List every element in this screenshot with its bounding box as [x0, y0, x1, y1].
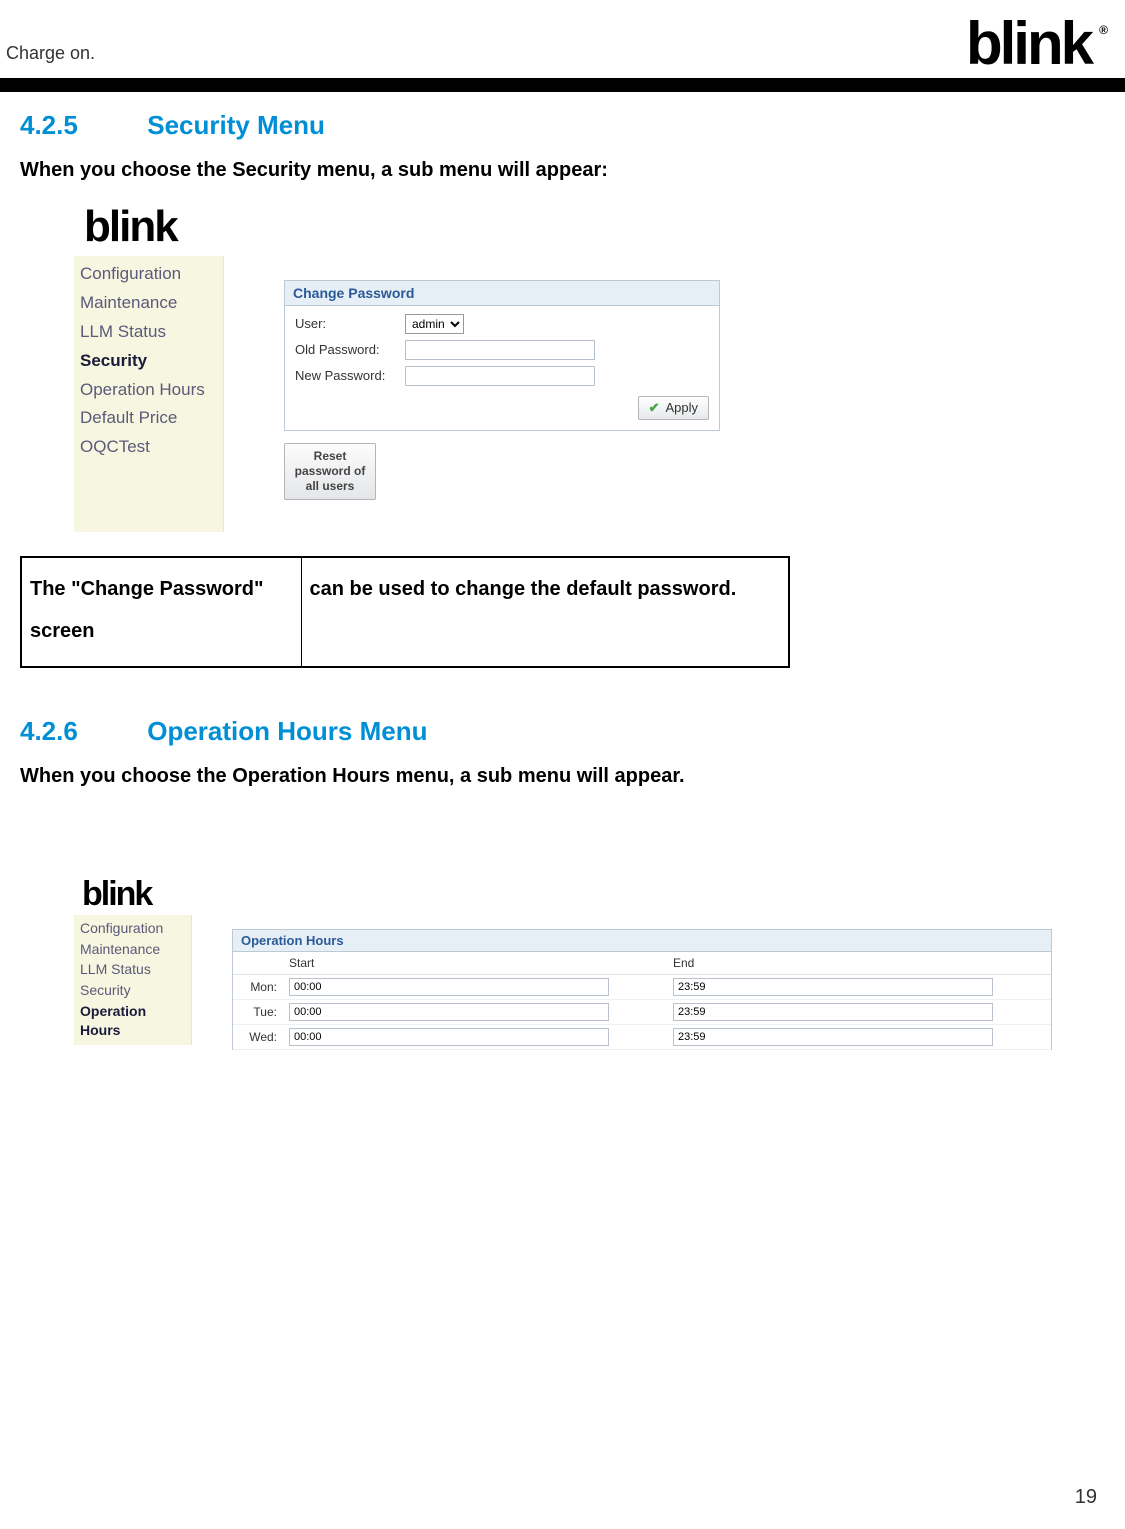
- end-column-header: End: [667, 952, 1051, 975]
- table-row: Mon:: [233, 974, 1051, 999]
- new-password-label: New Password:: [295, 368, 405, 383]
- sidebar-item-default-price[interactable]: Default Price: [80, 404, 217, 433]
- old-password-label: Old Password:: [295, 342, 405, 357]
- section-title: Operation Hours Menu: [147, 716, 427, 746]
- sidebar-security: Configuration Maintenance LLM Status Sec…: [74, 256, 224, 533]
- check-icon: ✔: [649, 400, 660, 416]
- app-logo: blink: [84, 206, 834, 248]
- brand-logo: blink®: [966, 20, 1105, 68]
- section-intro: When you choose the Operation Hours menu…: [20, 765, 1105, 788]
- sidebar-item-maintenance[interactable]: Maintenance: [80, 289, 217, 318]
- start-column-header: Start: [283, 952, 667, 975]
- day-label: Mon:: [233, 974, 283, 999]
- start-time-input[interactable]: [289, 978, 609, 996]
- section-number: 4.2.5: [20, 110, 140, 141]
- sidebar-item-llm-status[interactable]: LLM Status: [80, 959, 185, 980]
- sidebar-item-operation-hours[interactable]: Operation Hours: [80, 1001, 185, 1041]
- operation-hours-table: Start End Mon: Tue:: [233, 952, 1051, 1050]
- start-time-input[interactable]: [289, 1028, 609, 1046]
- section-number: 4.2.6: [20, 716, 140, 747]
- end-time-input[interactable]: [673, 1028, 993, 1046]
- desc-cell-right: can be used to change the default passwo…: [301, 557, 789, 667]
- panel-title: Change Password: [285, 281, 719, 306]
- section-heading-operation-hours: 4.2.6 Operation Hours Menu: [20, 716, 1105, 747]
- new-password-input[interactable]: [405, 366, 595, 386]
- user-label: User:: [295, 316, 405, 331]
- change-password-panel: Change Password User: admin Old Password…: [284, 280, 720, 431]
- user-select[interactable]: admin: [405, 314, 464, 334]
- panel-title: Operation Hours: [233, 930, 1051, 952]
- apply-button-label: Apply: [665, 400, 698, 415]
- sidebar-item-security[interactable]: Security: [80, 347, 217, 376]
- sidebar-item-configuration[interactable]: Configuration: [80, 260, 217, 289]
- security-screenshot: blink Configuration Maintenance LLM Stat…: [74, 206, 1105, 532]
- desc-cell-left: The "Change Password" screen: [21, 557, 301, 667]
- registered-mark: ®: [1099, 26, 1105, 36]
- table-row: Tue:: [233, 999, 1051, 1024]
- apply-button[interactable]: ✔ Apply: [638, 396, 709, 420]
- sidebar-item-llm-status[interactable]: LLM Status: [80, 318, 217, 347]
- section-heading-security: 4.2.5 Security Menu: [20, 110, 1105, 141]
- start-time-input[interactable]: [289, 1003, 609, 1021]
- header-divider: [0, 78, 1125, 92]
- sidebar-item-configuration[interactable]: Configuration: [80, 918, 185, 939]
- section-intro: When you choose the Security menu, a sub…: [20, 159, 1105, 182]
- sidebar-item-oqctest[interactable]: OQCTest: [80, 433, 217, 462]
- page-header: Charge on. blink®: [0, 0, 1125, 78]
- brand-logo-text: blink: [966, 10, 1091, 77]
- day-label: Tue:: [233, 999, 283, 1024]
- tagline-text: Charge on.: [6, 43, 95, 64]
- table-row: Wed:: [233, 1024, 1051, 1049]
- app-logo: blink: [82, 878, 1074, 910]
- sidebar-item-security[interactable]: Security: [80, 980, 185, 1001]
- reset-all-passwords-button[interactable]: Reset password of all users: [284, 443, 376, 500]
- section-title: Security Menu: [147, 110, 325, 140]
- operation-hours-panel: Operation Hours Start End Mon:: [232, 929, 1052, 1050]
- description-table: The "Change Password" screen can be used…: [20, 556, 790, 668]
- page-number: 19: [1075, 1486, 1097, 1509]
- operation-hours-screenshot: blink Configuration Maintenance LLM Stat…: [74, 878, 1105, 1049]
- end-time-input[interactable]: [673, 1003, 993, 1021]
- end-time-input[interactable]: [673, 978, 993, 996]
- sidebar-item-operation-hours[interactable]: Operation Hours: [80, 376, 217, 405]
- sidebar-item-maintenance[interactable]: Maintenance: [80, 939, 185, 960]
- old-password-input[interactable]: [405, 340, 595, 360]
- sidebar-operation-hours: Configuration Maintenance LLM Status Sec…: [74, 915, 192, 1045]
- day-label: Wed:: [233, 1024, 283, 1049]
